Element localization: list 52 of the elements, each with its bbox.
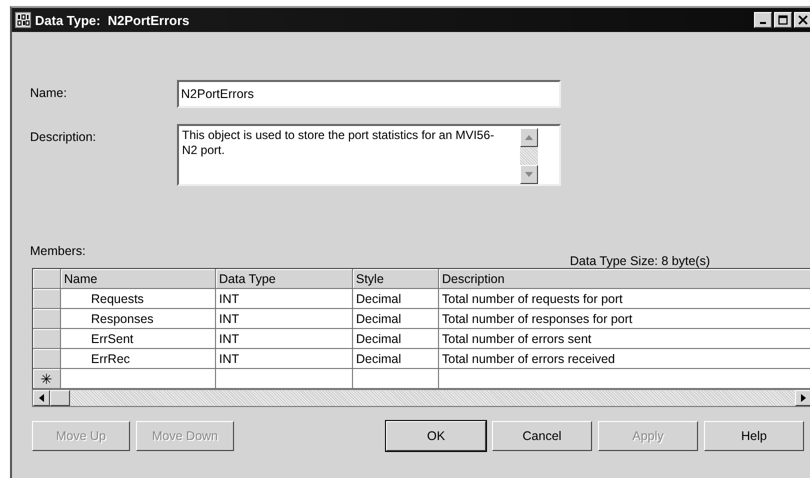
name-field[interactable]: N2PortErrors (177, 80, 561, 108)
dialog-button[interactable]: Help (704, 421, 804, 451)
column-header[interactable]: Style (353, 269, 439, 289)
table-cell: Decimal (353, 329, 439, 349)
table-cell: Decimal (353, 349, 439, 369)
maximize-button[interactable] (774, 12, 792, 28)
minimize-button[interactable] (754, 12, 772, 28)
table-cell: INT (216, 329, 353, 349)
table-cell: Total number of errors received (439, 349, 810, 369)
window-title: Data Type: N2PortErrors (35, 12, 190, 28)
down-arrow-icon[interactable] (525, 172, 533, 177)
data-type-size: Data Type Size: 8 byte(s) (570, 254, 710, 268)
table-cell: Total number of errors sent (439, 329, 810, 349)
column-header[interactable]: Name (61, 269, 216, 289)
table-cell: Decimal (353, 309, 439, 329)
maximize-icon (778, 15, 788, 25)
close-button[interactable] (794, 12, 810, 28)
row-header[interactable] (33, 309, 61, 329)
table-cell: Responses (61, 309, 216, 329)
description-text: This object is used to store the port statistics for an MVI56-N2 port. (182, 128, 496, 159)
dialog-button[interactable]: OK (386, 421, 486, 451)
minimize-icon (760, 22, 766, 24)
description-label: Description: (30, 129, 97, 144)
dialog-button[interactable]: Cancel (492, 421, 592, 451)
row-header[interactable] (33, 329, 61, 349)
table-cell: Requests (61, 289, 216, 309)
new-row-marker[interactable]: ✳ (33, 369, 61, 389)
up-arrow-icon[interactable] (525, 135, 533, 140)
table-cell: Total number of requests for port (439, 289, 810, 309)
column-header[interactable]: Description (439, 269, 810, 289)
close-icon (798, 15, 808, 25)
vertical-scrollbar[interactable] (520, 128, 538, 184)
right-arrow-icon[interactable] (801, 394, 806, 402)
empty-cell[interactable] (353, 369, 439, 389)
left-arrow-icon[interactable] (39, 394, 44, 402)
row-header[interactable] (33, 349, 61, 369)
name-label: Name: (30, 85, 68, 100)
table-cell: ErrRec (61, 349, 216, 369)
table-cell: ErrSent (61, 329, 216, 349)
table-cell: Total number of responses for port (439, 309, 810, 329)
members-label: Members: (30, 244, 87, 260)
select-all-corner[interactable] (33, 269, 61, 289)
column-header[interactable]: Data Type (216, 269, 353, 289)
table-cell: INT (216, 309, 353, 329)
table-cell: INT (216, 289, 353, 309)
row-header[interactable] (33, 289, 61, 309)
table-cell: Decimal (353, 289, 439, 309)
table-cell: INT (216, 349, 353, 369)
empty-cell[interactable] (216, 369, 353, 389)
binary-icon (15, 12, 31, 28)
description-field[interactable]: This object is used to store the port statistics for an MVI56-N2 port. (177, 124, 561, 186)
horizontal-scrollbar[interactable] (32, 389, 810, 407)
